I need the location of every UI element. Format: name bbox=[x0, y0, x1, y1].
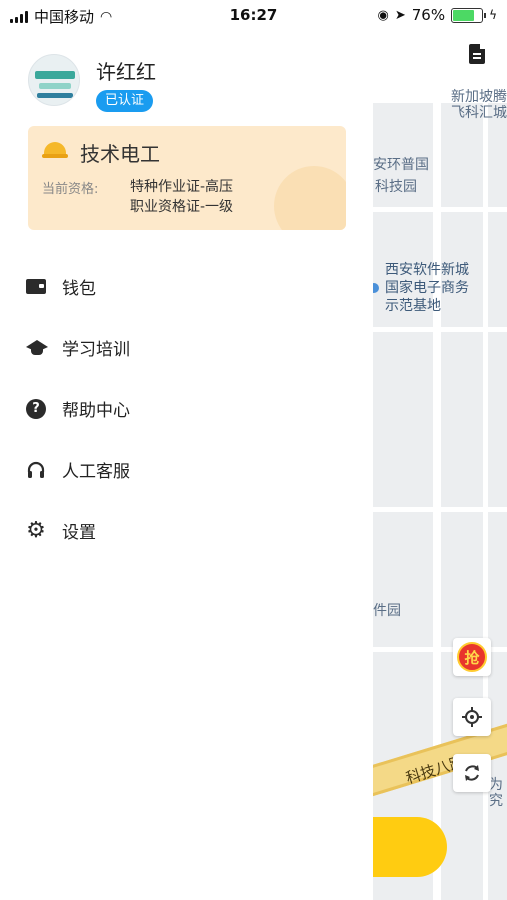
headset-icon bbox=[26, 460, 46, 480]
status-bar: 中国移动 ◠ 16:27 ◉ ➤ 76% ϟ bbox=[0, 0, 507, 32]
menu-item-wallet[interactable]: 钱包 bbox=[0, 256, 373, 317]
grab-badge-icon: 抢 bbox=[457, 642, 487, 672]
rotation-lock-icon: ◉ bbox=[377, 7, 389, 23]
gear-icon: ⚙ bbox=[26, 517, 46, 543]
side-drawer: 许红红 已认证 技术电工 当前资格: 特种作业证-高压 职业资格证-一级 钱包 … bbox=[0, 32, 373, 900]
document-icon[interactable] bbox=[469, 44, 485, 64]
map-label: 国家电子商务 bbox=[385, 280, 469, 296]
map-label: 飞科汇城 bbox=[451, 105, 507, 121]
battery-fill bbox=[453, 9, 475, 21]
map-label: 件园 bbox=[373, 603, 401, 619]
menu-item-training[interactable]: 学习培训 bbox=[0, 317, 373, 378]
menu-item-label: 钱包 bbox=[62, 279, 96, 299]
map-label: 示范基地 bbox=[385, 298, 441, 314]
card-decoration bbox=[274, 166, 346, 230]
poi-marker-icon[interactable] bbox=[373, 283, 379, 293]
graduation-cap-icon bbox=[26, 338, 48, 358]
crosshair-icon bbox=[462, 707, 482, 727]
verified-badge: 已认证 bbox=[96, 90, 154, 112]
charging-icon: ϟ bbox=[489, 8, 497, 22]
battery-icon bbox=[451, 7, 487, 23]
menu-item-label: 学习培训 bbox=[62, 340, 130, 360]
menu-item-settings[interactable]: ⚙ 设置 bbox=[0, 500, 373, 561]
battery-percent: 76% bbox=[411, 6, 446, 24]
map-label: 科技园 bbox=[375, 179, 417, 195]
grab-order-button[interactable]: 抢 bbox=[453, 638, 491, 676]
qualification-title: 技术电工 bbox=[80, 142, 160, 166]
qualification-item: 职业资格证-一级 bbox=[130, 199, 234, 215]
menu-item-label: 人工客服 bbox=[62, 462, 130, 482]
qualification-item: 特种作业证-高压 bbox=[130, 179, 234, 195]
location-icon: ➤ bbox=[394, 7, 406, 23]
helmet-icon bbox=[42, 142, 68, 158]
map-label: 为 bbox=[489, 777, 503, 793]
map-label: 西安软件新城 bbox=[385, 262, 469, 278]
map-view[interactable]: 新加坡腾 飞科汇城 安环普国 科技园 西安软件新城 国家电子商务 示范基地 件园… bbox=[373, 87, 507, 900]
drawer-menu: 钱包 学习培训 ? 帮助中心 人工客服 ⚙ 设置 bbox=[0, 256, 373, 561]
refresh-button[interactable] bbox=[453, 754, 491, 792]
menu-item-label: 帮助中心 bbox=[62, 401, 130, 421]
refresh-icon bbox=[465, 765, 479, 781]
map-label: 安环普国 bbox=[373, 157, 429, 173]
wallet-icon bbox=[26, 277, 46, 297]
locate-button[interactable] bbox=[453, 698, 491, 736]
menu-item-customer-service[interactable]: 人工客服 bbox=[0, 439, 373, 500]
qualification-card[interactable]: 技术电工 当前资格: 特种作业证-高压 职业资格证-一级 bbox=[28, 126, 346, 230]
help-icon: ? bbox=[26, 398, 46, 419]
primary-action-button[interactable] bbox=[373, 817, 447, 877]
map-header bbox=[373, 32, 507, 87]
avatar[interactable] bbox=[28, 54, 80, 106]
qualification-label: 当前资格: bbox=[42, 182, 99, 197]
menu-item-label: 设置 bbox=[62, 523, 96, 543]
user-name: 许红红 bbox=[96, 60, 156, 84]
status-right: ◉ ➤ 76% ϟ bbox=[377, 6, 497, 24]
map-label: 究 bbox=[489, 793, 503, 809]
menu-item-help[interactable]: ? 帮助中心 bbox=[0, 378, 373, 439]
map-label: 新加坡腾 bbox=[451, 89, 507, 105]
